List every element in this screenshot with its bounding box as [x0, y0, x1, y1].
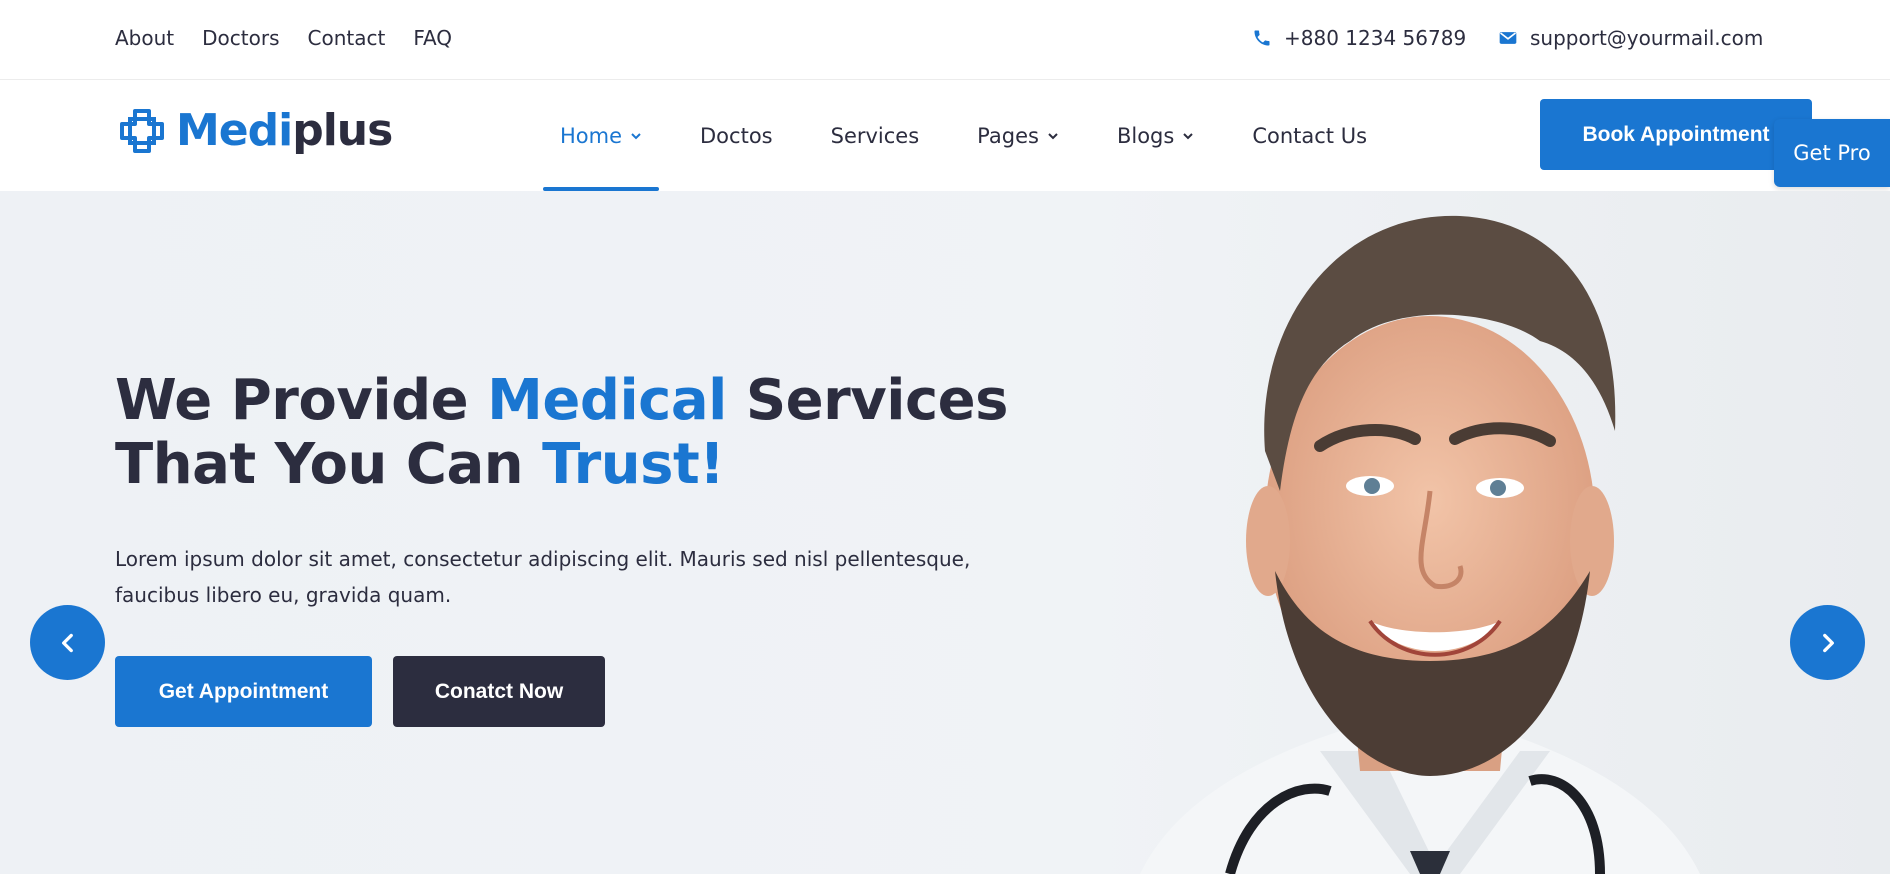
email-address: support@yourmail.com [1530, 26, 1764, 50]
arrow-left-icon [61, 633, 73, 652]
email-contact[interactable]: support@yourmail.com [1498, 26, 1763, 50]
logo[interactable]: Mediplus [118, 105, 393, 156]
phone-icon [1254, 30, 1270, 46]
arrow-right-icon [1822, 633, 1834, 652]
chevron-down-icon [1183, 133, 1194, 140]
nav-menu: Home Doctos Services Pages Blogs Contact… [543, 81, 1408, 191]
hero-description: Lorem ipsum dolor sit amet, consectetur … [115, 547, 971, 607]
mail-icon [1499, 32, 1517, 44]
nav-item-label: Doctos [700, 124, 773, 148]
phone-number: +880 1234 56789 [1284, 26, 1467, 50]
nav-item-services[interactable]: Services [814, 81, 937, 191]
chevron-down-icon [1048, 133, 1058, 140]
top-link-about[interactable]: About [115, 26, 174, 50]
get-appointment-button[interactable]: Get Appointment [115, 656, 372, 727]
nav-item-pages[interactable]: Pages [960, 81, 1076, 191]
chevron-down-icon [631, 133, 641, 140]
book-appointment-button[interactable]: Book Appointment [1540, 99, 1812, 170]
doctor-photo [1080, 191, 1890, 874]
nav-item-label: Home [560, 124, 623, 148]
phone-contact[interactable]: +880 1234 56789 [1252, 26, 1466, 50]
title-highlight-medical: Medical [487, 368, 727, 433]
logo-text: Mediplus [176, 105, 393, 156]
hero-title: We Provide Medical Services That You Can… [115, 368, 1008, 497]
top-link-doctors[interactable]: Doctors [202, 26, 279, 50]
title-highlight-trust: Trust! [542, 432, 725, 497]
slider-prev-button[interactable] [30, 605, 105, 680]
top-links: About Doctors Contact FAQ [115, 26, 452, 50]
nav-item-doctos[interactable]: Doctos [683, 81, 790, 191]
nav-item-label: Pages [977, 124, 1039, 148]
nav-item-blogs[interactable]: Blogs [1100, 81, 1211, 191]
nav-item-label: Services [830, 124, 920, 148]
nav-item-contact-us[interactable]: Contact Us [1235, 81, 1384, 191]
contact-now-button[interactable]: Conatct Now [393, 656, 605, 727]
top-bar: About Doctors Contact FAQ +880 1234 5678… [0, 0, 1890, 80]
nav-item-home[interactable]: Home [543, 81, 660, 191]
nav-item-label: Contact Us [1252, 124, 1368, 148]
get-pro-button[interactable]: Get Pro [1774, 119, 1890, 187]
hero-slider: We Provide Medical Services That You Can… [0, 191, 1890, 874]
logo-cross-icon [120, 108, 164, 153]
top-link-faq[interactable]: FAQ [413, 26, 452, 50]
nav-item-label: Blogs [1116, 124, 1175, 148]
slider-next-button[interactable] [1790, 605, 1865, 680]
top-link-contact[interactable]: Contact [308, 26, 386, 50]
main-nav: Mediplus Home Doctos Services Pages Blog… [0, 81, 1890, 191]
